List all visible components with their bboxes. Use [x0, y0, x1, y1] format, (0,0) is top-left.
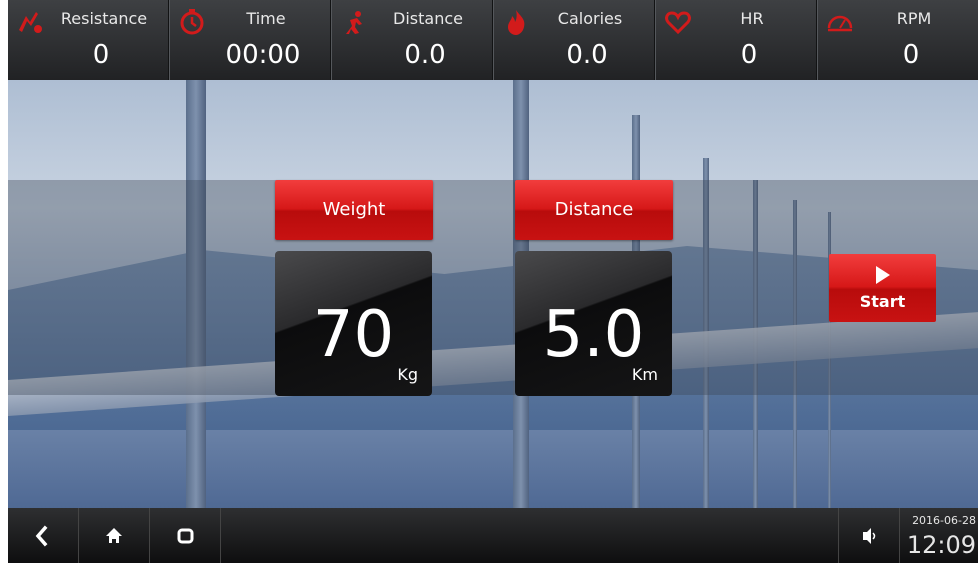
clock-time: 12:09	[906, 531, 976, 559]
stat-value: 00:00	[225, 40, 301, 70]
distance-panel[interactable]: 5.0 Km	[515, 251, 672, 396]
runner-icon	[346, 11, 362, 34]
weight-value: 70	[312, 298, 395, 372]
clock-date: 2016-06-28	[912, 514, 976, 527]
weight-button[interactable]: Weight	[275, 180, 433, 240]
recent-apps-button[interactable]	[150, 508, 221, 563]
stat-calories: Calories 0.0	[493, 0, 655, 80]
stat-rpm: RPM 0	[817, 0, 978, 80]
stat-label: Time	[246, 9, 286, 28]
clock-icon	[180, 9, 204, 35]
play-icon	[876, 266, 890, 284]
stat-label: RPM	[896, 9, 932, 28]
stat-label: Calories	[557, 9, 623, 28]
stat-label: Resistance	[60, 9, 148, 28]
distance-button[interactable]: Distance	[515, 180, 673, 240]
stat-label: Distance	[393, 9, 463, 28]
stat-value: 0.0	[566, 40, 608, 70]
back-button[interactable]	[8, 508, 79, 563]
stat-value: 0.0	[404, 40, 446, 70]
stat-value: 0	[92, 40, 110, 70]
stat-resistance: Resistance 0	[8, 0, 169, 80]
start-label: Start	[859, 292, 906, 311]
weight-unit: Kg	[397, 365, 418, 384]
stat-value: 0	[902, 40, 920, 70]
home-button[interactable]	[79, 508, 150, 563]
heart-icon	[665, 11, 691, 35]
speedometer-icon	[827, 15, 853, 32]
clock: 2016-06-28 12:09	[900, 508, 978, 563]
weight-panel[interactable]: 70 Kg	[275, 251, 432, 396]
stats-bar: Resistance 0 Time 00:00 Distance 0.0 Cal…	[8, 0, 978, 80]
navigation-bar: 2016-06-28 12:09	[8, 508, 978, 563]
stat-hr: HR 0	[655, 0, 817, 80]
stat-time: Time 00:00	[169, 0, 331, 80]
start-button[interactable]: Start	[829, 254, 936, 322]
volume-icon	[863, 528, 876, 544]
resistance-icon	[19, 12, 42, 33]
distance-unit: Km	[631, 365, 658, 384]
stat-label: HR	[740, 9, 764, 28]
back-icon	[35, 525, 48, 547]
volume-button[interactable]	[838, 508, 900, 563]
recent-apps-icon	[177, 528, 194, 544]
flame-icon	[508, 10, 525, 35]
stat-value: 0	[740, 40, 758, 70]
stat-distance: Distance 0.0	[331, 0, 493, 80]
home-icon	[106, 528, 122, 543]
distance-value: 5.0	[542, 298, 645, 372]
left-edge	[0, 0, 8, 563]
